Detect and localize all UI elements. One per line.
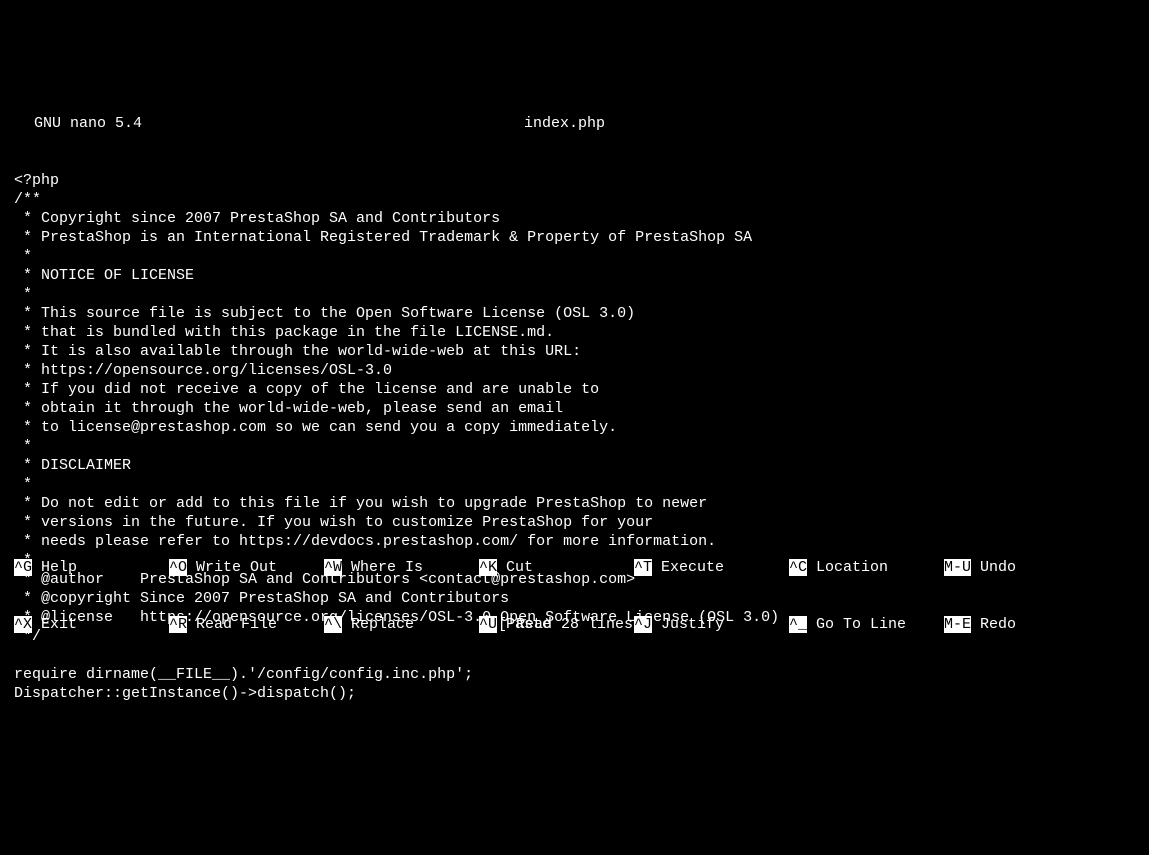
shortcut-label: Location <box>807 559 888 576</box>
shortcut-key: ^C <box>789 559 807 576</box>
shortcut-item: ^W Where Is <box>324 558 479 577</box>
shortcut-item: ^\ Replace <box>324 615 479 634</box>
shortcut-label: Help <box>32 559 77 576</box>
shortcut-key: ^W <box>324 559 342 576</box>
shortcut-item: ^U Paste <box>479 615 634 634</box>
shortcut-item: ^G Help <box>14 558 169 577</box>
shortcut-item: M-U Undo <box>944 558 1099 577</box>
shortcut-label: Write Out <box>187 559 277 576</box>
shortcut-item: ^O Write Out <box>169 558 324 577</box>
shortcut-label: Exit <box>32 616 77 633</box>
shortcut-label: Justify <box>652 616 724 633</box>
shortcut-row-2: ^X Exit^R Read File^\ Replace^U Paste^J … <box>14 615 1135 634</box>
shortcut-label: Undo <box>971 559 1016 576</box>
shortcut-item: ^K Cut <box>479 558 634 577</box>
shortcut-label: Paste <box>497 616 551 633</box>
shortcut-label: Read File <box>187 616 277 633</box>
shortcut-label: Go To Line <box>807 616 906 633</box>
shortcut-key: ^_ <box>789 616 807 633</box>
filename: index.php <box>524 114 605 133</box>
terminal-window[interactable]: GNU nano 5.4 index.php <?php /** * Copyr… <box>0 76 1149 760</box>
shortcut-bar: ^G Help^O Write Out^W Where Is^K Cut^T E… <box>14 520 1135 672</box>
shortcut-key: ^K <box>479 559 497 576</box>
shortcut-key: ^R <box>169 616 187 633</box>
shortcut-item: ^_ Go To Line <box>789 615 944 634</box>
shortcut-label: Cut <box>497 559 533 576</box>
shortcut-key: ^U <box>479 616 497 633</box>
shortcut-key: M-U <box>944 559 971 576</box>
shortcut-label: Execute <box>652 559 724 576</box>
shortcut-label: Replace <box>342 616 414 633</box>
shortcut-item: ^J Justify <box>634 615 789 634</box>
editor-header: GNU nano 5.4 index.php <box>14 114 1135 133</box>
shortcut-row-1: ^G Help^O Write Out^W Where Is^K Cut^T E… <box>14 558 1135 577</box>
shortcut-key: ^T <box>634 559 652 576</box>
shortcut-key: M-E <box>944 616 971 633</box>
shortcut-key: ^X <box>14 616 32 633</box>
editor-name: GNU nano 5.4 <box>14 114 142 133</box>
shortcut-label: Redo <box>971 616 1016 633</box>
shortcut-item: ^X Exit <box>14 615 169 634</box>
shortcut-key: ^G <box>14 559 32 576</box>
shortcut-label: Where Is <box>342 559 423 576</box>
shortcut-item: ^C Location <box>789 558 944 577</box>
shortcut-item: ^R Read File <box>169 615 324 634</box>
shortcut-key: ^\ <box>324 616 342 633</box>
shortcut-key: ^J <box>634 616 652 633</box>
shortcut-item: ^T Execute <box>634 558 789 577</box>
shortcut-key: ^O <box>169 559 187 576</box>
shortcut-item: M-E Redo <box>944 615 1099 634</box>
